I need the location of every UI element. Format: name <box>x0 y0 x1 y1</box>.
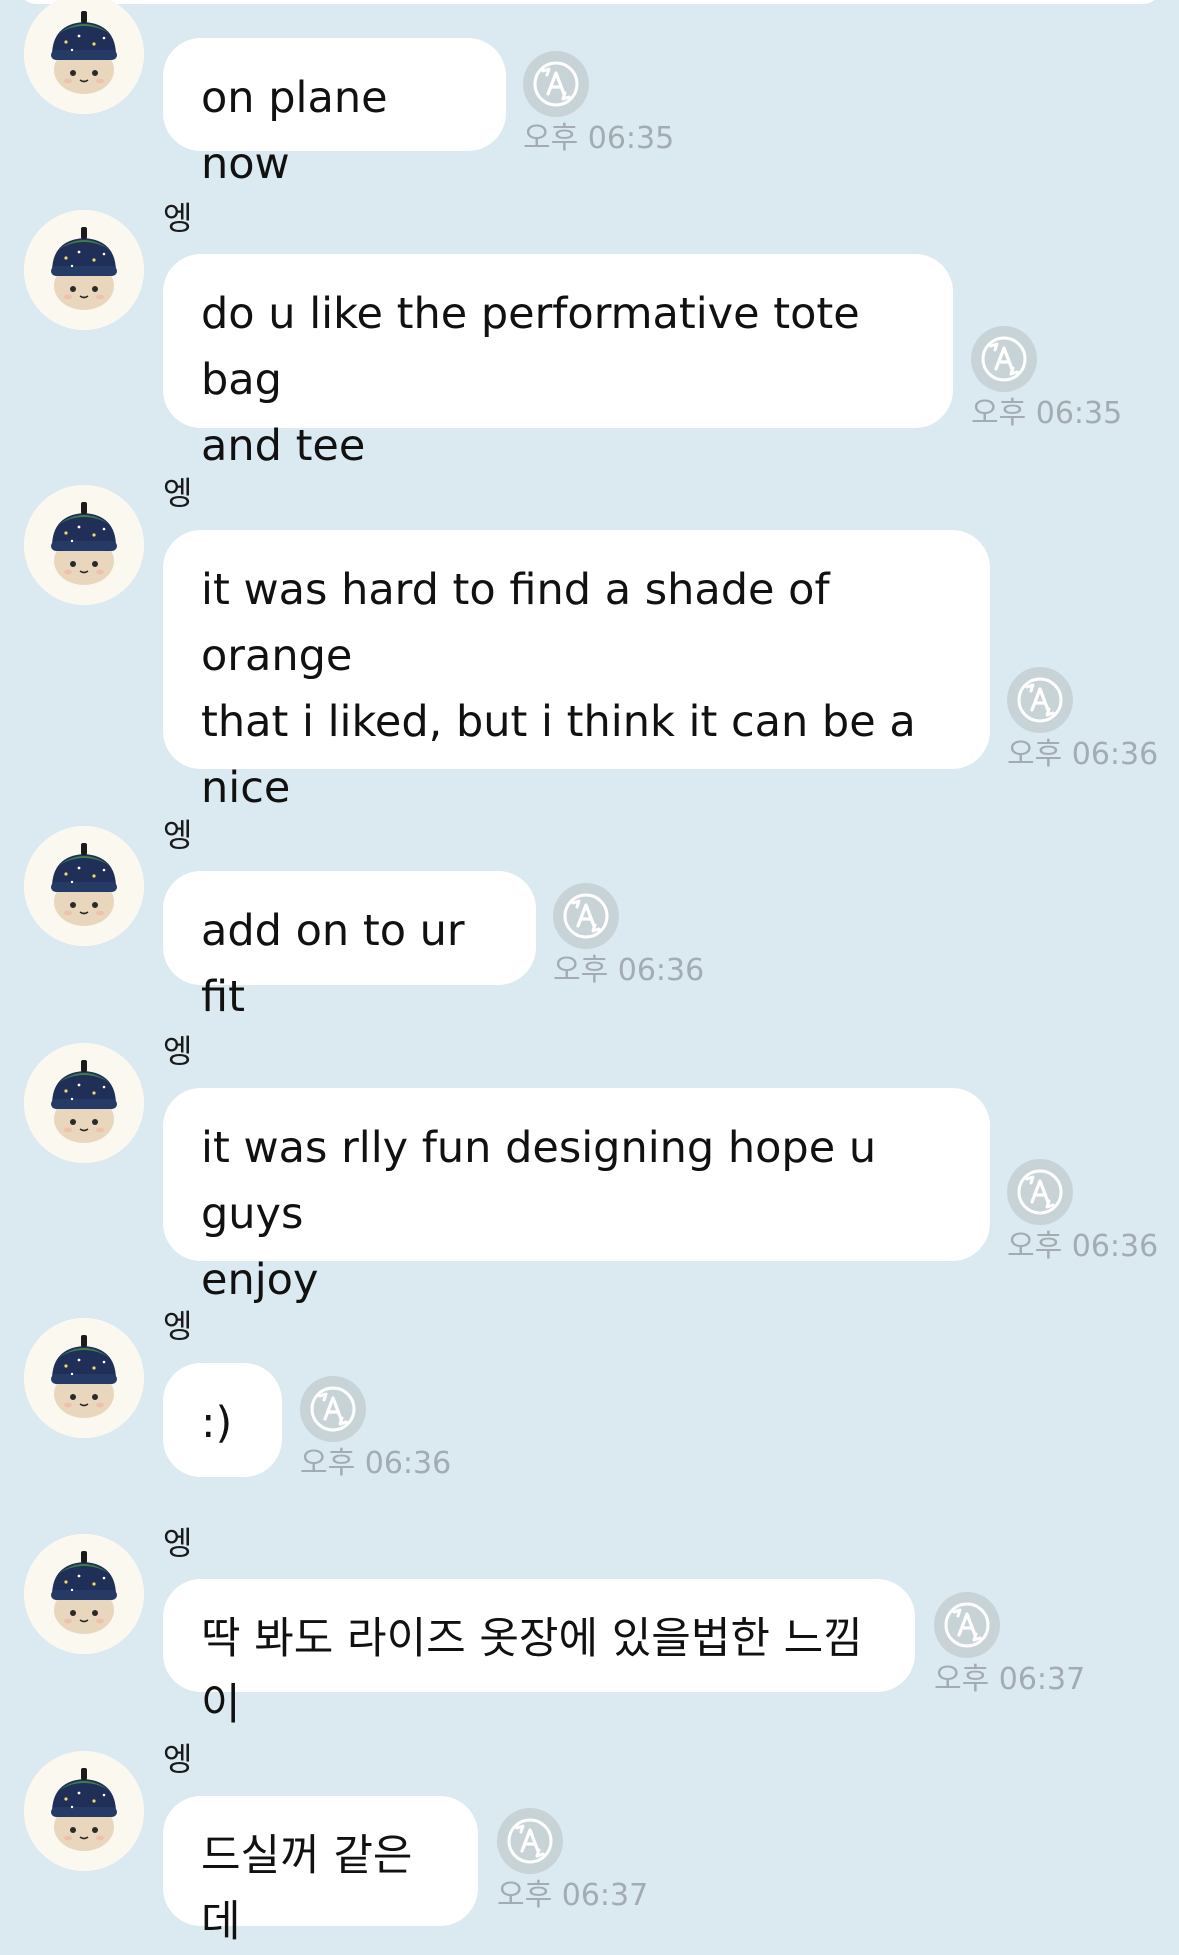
message-meta: 오후 06:37 <box>497 1808 648 1914</box>
beanie-plush-icon <box>24 210 144 330</box>
beanie-plush-icon <box>24 1751 144 1871</box>
beanie-plush-icon <box>24 1534 144 1654</box>
timestamp: 오후 06:37 <box>497 1878 649 1913</box>
sender-name: 엥 <box>163 474 193 512</box>
sender-name: 엥 <box>163 199 193 237</box>
sender-name: 엥 <box>163 1524 193 1562</box>
timestamp: 오후 06:36 <box>300 1446 452 1481</box>
auto-translate-a-icon[interactable] <box>523 51 589 117</box>
beanie-plush-icon <box>24 1043 144 1163</box>
message-meta: 오후 06:36 <box>1007 667 1158 773</box>
message-bubble[interactable]: 드실꺼 같은데 <box>163 1796 478 1947</box>
previous-bubble-edge <box>18 0 1161 4</box>
timestamp: 오후 06:36 <box>553 953 705 988</box>
message-meta: 오후 06:36 <box>300 1376 451 1482</box>
sender-name: 엥 <box>163 1032 193 1070</box>
avatar[interactable] <box>24 1043 144 1163</box>
auto-translate-a-icon[interactable] <box>1007 1159 1073 1225</box>
avatar[interactable] <box>24 0 144 114</box>
beanie-plush-icon <box>24 485 144 605</box>
beanie-plush-icon <box>24 826 144 946</box>
message-bubble[interactable]: it was rlly fun designing hope u guys en… <box>163 1088 990 1305</box>
beanie-plush-icon <box>24 1318 144 1438</box>
avatar[interactable] <box>24 1318 144 1438</box>
avatar[interactable] <box>24 1534 144 1654</box>
timestamp: 오후 06:36 <box>1007 1229 1159 1264</box>
timestamp: 오후 06:36 <box>1007 737 1159 772</box>
sender-name: 엥 <box>163 816 193 854</box>
message-bubble[interactable]: :) <box>163 1363 282 1477</box>
message-bubble[interactable]: 딱 봐도 라이즈 옷장에 있을법한 느낌이 <box>163 1579 915 1730</box>
message-bubble[interactable]: on plane now <box>163 38 506 189</box>
sender-name: 엥 <box>163 1740 193 1778</box>
message-bubble[interactable]: do u like the performative tote bag and … <box>163 254 953 471</box>
message-bubble[interactable]: it was hard to find a shade of orange th… <box>163 530 990 813</box>
avatar[interactable] <box>24 210 144 330</box>
message-bubble[interactable]: add on to ur fit <box>163 871 536 1022</box>
auto-translate-a-icon[interactable] <box>971 326 1037 392</box>
message-meta: 오후 06:35 <box>971 326 1122 432</box>
message-meta: 오후 06:36 <box>1007 1159 1158 1265</box>
auto-translate-a-icon[interactable] <box>1007 667 1073 733</box>
timestamp: 오후 06:35 <box>523 121 675 156</box>
avatar[interactable] <box>24 485 144 605</box>
sender-name: 엥 <box>163 1307 193 1345</box>
avatar[interactable] <box>24 1751 144 1871</box>
auto-translate-a-icon[interactable] <box>553 883 619 949</box>
message-meta: 오후 06:36 <box>553 883 704 989</box>
auto-translate-a-icon[interactable] <box>934 1592 1000 1658</box>
beanie-plush-icon <box>24 0 144 114</box>
timestamp: 오후 06:35 <box>971 396 1123 431</box>
auto-translate-a-icon[interactable] <box>497 1808 563 1874</box>
message-meta: 오후 06:35 <box>523 51 674 157</box>
timestamp: 오후 06:37 <box>934 1662 1086 1697</box>
auto-translate-a-icon[interactable] <box>300 1376 366 1442</box>
message-meta: 오후 06:37 <box>934 1592 1085 1698</box>
avatar[interactable] <box>24 826 144 946</box>
